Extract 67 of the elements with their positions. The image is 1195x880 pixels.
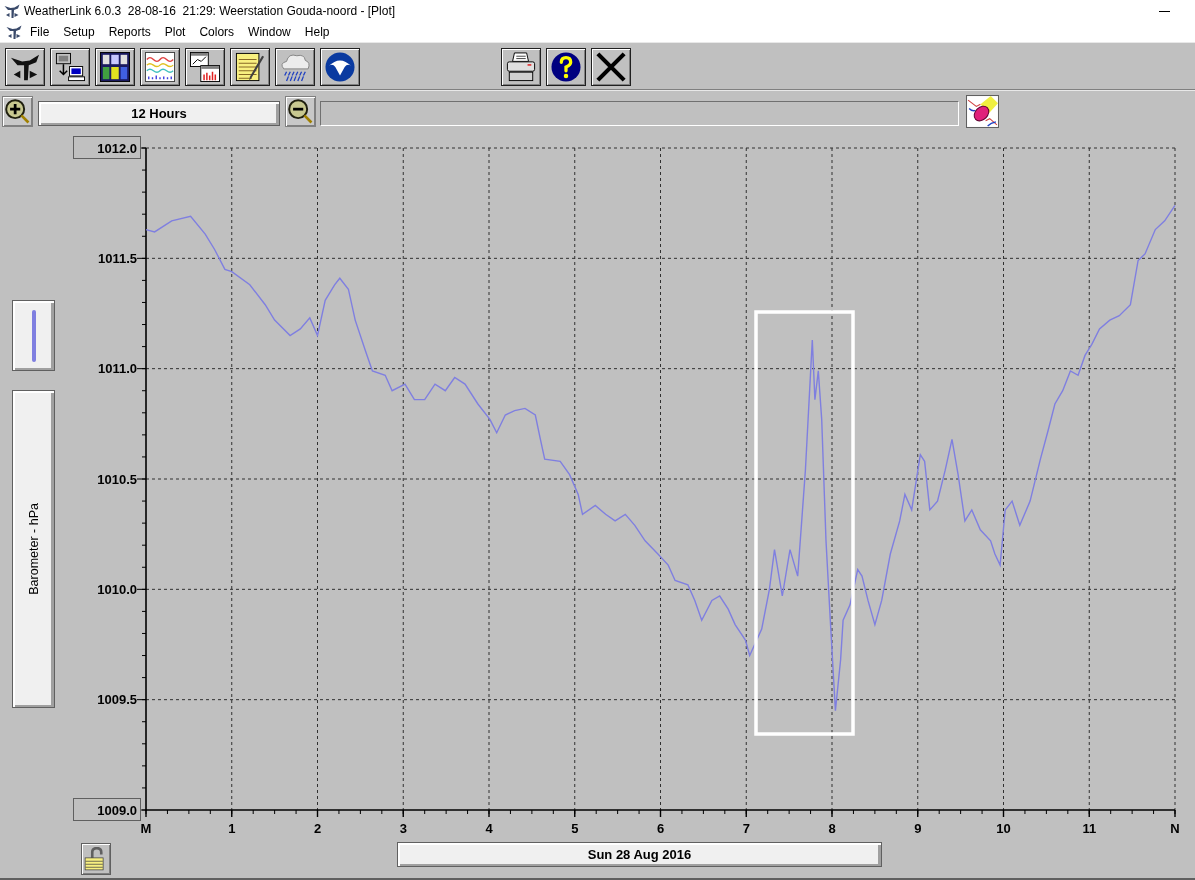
toolbar-button[interactable]: [546, 48, 586, 86]
y-tick-label: 1009.0: [97, 802, 137, 818]
line-color-button[interactable]: [12, 300, 55, 371]
time-span-button[interactable]: 12 Hours: [38, 101, 280, 126]
x-tick-label: 8: [828, 821, 836, 836]
logo-icon: [325, 52, 355, 82]
y-tick-label: 1010.5: [97, 471, 137, 487]
toolbar-button[interactable]: [140, 48, 180, 86]
y-tick-label: 1010.0: [97, 581, 137, 597]
toolbar-button[interactable]: [501, 48, 541, 86]
x-tick-label: 1: [228, 821, 236, 836]
x-tick-label: 4: [485, 821, 493, 836]
menu-item[interactable]: Colors: [192, 25, 242, 39]
menu-item[interactable]: Reports: [101, 25, 158, 39]
axis-limit-field[interactable]: 1009.0: [73, 798, 141, 821]
x-tick-label: 11: [1082, 821, 1097, 836]
app-icon: [6, 24, 22, 40]
zoom-in-icon: [5, 99, 30, 124]
computer-icon: [55, 52, 85, 82]
menu-item[interactable]: Setup: [56, 25, 102, 39]
eraser-icon: [966, 95, 999, 128]
printer-icon: [506, 52, 536, 82]
x-tick-label: 2: [313, 821, 322, 836]
menu-item[interactable]: Help: [297, 25, 337, 39]
date-button[interactable]: Sun 28 Aug 2016: [397, 842, 882, 867]
y-tick-label: 1011.5: [97, 250, 137, 266]
x-tick-label: M: [140, 821, 152, 836]
strip-chart-icon: [145, 52, 175, 82]
toolbar-button[interactable]: [5, 48, 45, 86]
toolbar-button[interactable]: [275, 48, 315, 86]
toolbar-button[interactable]: [95, 48, 135, 86]
notepad-icon: [235, 52, 265, 82]
axis-limit-field[interactable]: 1012.0: [73, 136, 141, 159]
weather-vane-icon: [10, 52, 40, 82]
y-axis-title: Barometer - hPa: [26, 503, 41, 595]
variable-button[interactable]: Barometer - hPa: [12, 390, 55, 708]
zoom-out-icon: [288, 99, 313, 124]
x-tick-label: 3: [399, 821, 407, 836]
console-panel-icon: [100, 52, 130, 82]
x-tick-label: 9: [914, 821, 922, 836]
close-icon: [596, 52, 626, 82]
x-tick-label: 5: [571, 821, 579, 836]
x-tick-label: N: [1170, 821, 1180, 836]
zoom-out-button[interactable]: [285, 96, 316, 127]
x-tick-label: 10: [996, 821, 1011, 836]
y-tick-label: 1012.0: [97, 140, 137, 156]
toolbar-button[interactable]: [50, 48, 90, 86]
app-icon: [4, 3, 20, 19]
y-tick-label: 1011.0: [97, 361, 137, 377]
charts-icon: [190, 52, 220, 82]
zoom-in-button[interactable]: [2, 96, 33, 127]
window-title: WeatherLink 6.0.3 28-08-16 21:29: Weerstation Gouda-noord - [Plot]: [24, 4, 396, 18]
menu-item[interactable]: Plot: [157, 25, 193, 39]
toolbar-button[interactable]: [185, 48, 225, 86]
x-tick-label: 6: [656, 821, 665, 836]
toolbar-button[interactable]: [230, 48, 270, 86]
toolbar-button[interactable]: [591, 48, 631, 86]
eraser-button[interactable]: [966, 95, 999, 128]
toolbar-button[interactable]: [320, 48, 360, 86]
y-tick-label: 1009.5: [97, 692, 137, 708]
menu-item[interactable]: Window: [241, 25, 298, 39]
lock-button[interactable]: [81, 843, 111, 875]
menu-item[interactable]: File: [23, 25, 57, 39]
help-icon: [551, 52, 581, 82]
minimize-icon[interactable]: [1159, 10, 1170, 12]
x-tick-label: 7: [742, 821, 750, 836]
rain-cloud-icon: [280, 52, 310, 82]
